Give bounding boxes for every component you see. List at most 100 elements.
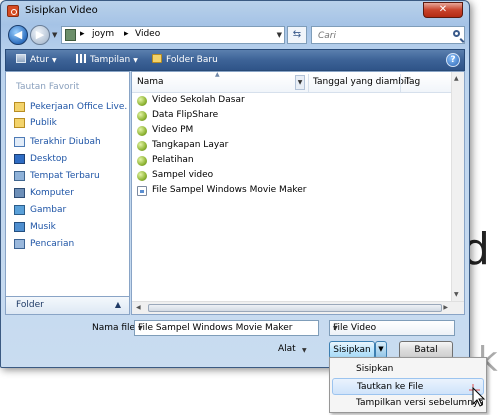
fav-item-label: Tempat Terbaru xyxy=(30,171,100,181)
search-input[interactable] xyxy=(316,28,446,44)
title-bar: Sisipkan Video ✕ xyxy=(1,1,469,21)
filename-field[interactable]: File Sampel Windows Movie Maker ▼ xyxy=(134,320,319,336)
fav-item-label: Terakhir Diubah xyxy=(30,137,101,147)
navigation-bar: ◀ ▶ ▼ ▸ joym ▸ Video ▼ ⇆ xyxy=(5,24,465,46)
folders-label: Folder xyxy=(16,300,44,310)
chevron-up-icon: ▲ xyxy=(114,300,121,309)
file-name: Data FlipShare xyxy=(152,110,219,120)
fav-item-computer[interactable]: Komputer xyxy=(14,186,128,202)
folder-icon xyxy=(14,102,25,112)
video-library-icon xyxy=(137,96,147,106)
address-dropdown-icon[interactable]: ▼ xyxy=(277,31,282,39)
library-icon xyxy=(65,29,76,41)
new-folder-button[interactable]: Folder Baru xyxy=(152,54,218,65)
forward-button[interactable]: ▶ xyxy=(30,25,50,45)
menu-item-insert[interactable]: Sisipkan xyxy=(332,361,484,378)
close-button[interactable]: ✕ xyxy=(423,2,463,18)
fav-item-office-live[interactable]: Pekerjaan Office Live... xyxy=(14,100,128,116)
menu-item-label: Tautkan ke File xyxy=(357,382,424,392)
fav-item-searches[interactable]: Pencarian xyxy=(14,237,128,253)
scrollbar-thumb[interactable] xyxy=(148,304,442,312)
movie-maker-file-icon xyxy=(137,186,147,196)
command-toolbar: Atur ▼ Tampilan ▼ Folder Baru ? xyxy=(5,49,465,71)
scroll-right-icon[interactable]: ▶ xyxy=(443,304,448,311)
chevron-down-icon[interactable]: ▼ xyxy=(138,325,314,332)
folder-icon xyxy=(14,118,25,128)
file-row-video-sekolah-dasar[interactable]: Video Sekolah Dasar xyxy=(137,94,447,109)
chevron-down-icon: ▼ xyxy=(51,57,57,64)
pictures-icon xyxy=(14,205,25,215)
history-dropdown-icon[interactable]: ▼ xyxy=(52,31,57,39)
address-bar[interactable]: ▸ joym ▸ Video ▼ xyxy=(61,26,285,44)
chevron-down-icon[interactable]: ▼ xyxy=(302,347,307,354)
recent-places-icon xyxy=(14,171,25,181)
help-icon[interactable]: ? xyxy=(446,53,460,67)
search-box[interactable] xyxy=(311,26,465,44)
refresh-button[interactable]: ⇆ xyxy=(287,26,307,44)
file-name: Tangkapan Layar xyxy=(152,140,229,150)
fav-item-label: Pekerjaan Office Live... xyxy=(30,102,128,112)
fav-item-pictures[interactable]: Gambar xyxy=(14,203,128,219)
forward-arrow-icon: ▶ xyxy=(35,28,45,41)
folders-toggle[interactable]: Folder ▲ xyxy=(5,296,130,315)
music-icon xyxy=(14,222,25,232)
search-icon[interactable] xyxy=(453,30,460,37)
file-name: File Sampel Windows Movie Maker xyxy=(152,185,307,195)
computer-icon xyxy=(14,188,25,198)
column-divider[interactable] xyxy=(400,74,401,92)
file-row-tangkapan-layar[interactable]: Tangkapan Layar xyxy=(137,139,447,154)
insert-video-dialog: Sisipkan Video ✕ ◀ ▶ ▼ ▸ joym ▸ Video ▼ … xyxy=(0,0,470,368)
organize-button[interactable]: Atur ▼ xyxy=(16,54,57,65)
fav-item-recently-changed[interactable]: Terakhir Diubah xyxy=(14,135,128,151)
fav-item-publik[interactable]: Publik xyxy=(14,116,128,132)
breadcrumb-video[interactable]: Video xyxy=(135,29,160,39)
file-name: Video Sekolah Dasar xyxy=(152,95,245,105)
fav-item-desktop[interactable]: Desktop xyxy=(14,152,128,168)
column-name[interactable]: Nama xyxy=(137,77,164,87)
video-library-icon xyxy=(137,171,147,181)
scroll-down-icon[interactable]: ▼ xyxy=(454,291,459,298)
column-tags[interactable]: Tag xyxy=(405,77,420,87)
breadcrumb-separator[interactable]: ▸ xyxy=(124,29,129,39)
fav-item-recent-places[interactable]: Tempat Terbaru xyxy=(14,169,128,185)
file-name: Pelatihan xyxy=(152,155,194,165)
new-folder-icon xyxy=(152,54,162,63)
favorite-links-header: Tautan Favorit xyxy=(16,82,80,92)
file-row-sampel-video[interactable]: Sampel video xyxy=(137,169,447,184)
column-header-row: ▲ Nama ▼ Tanggal yang diambil Tag xyxy=(132,72,452,93)
file-row-pelatihan[interactable]: Pelatihan xyxy=(137,154,447,169)
menu-item-show-previous-versions[interactable]: Tampilkan versi sebelumnya xyxy=(332,395,484,412)
file-name: Sampel video xyxy=(152,170,214,180)
file-row-movie-maker-sample[interactable]: File Sampel Windows Movie Maker xyxy=(137,184,447,199)
powerpoint-icon xyxy=(7,5,19,17)
tools-button[interactable]: Alat xyxy=(278,344,296,354)
fav-item-label: Publik xyxy=(30,118,57,128)
video-library-icon xyxy=(137,156,147,166)
fav-item-label: Musik xyxy=(30,222,56,232)
menu-item-link-to-file[interactable]: Tautkan ke File xyxy=(332,378,484,395)
fav-item-music[interactable]: Musik xyxy=(14,220,128,236)
fav-item-label: Desktop xyxy=(30,154,68,164)
vertical-scrollbar[interactable]: ▲ ▼ xyxy=(451,72,464,302)
video-library-icon xyxy=(137,126,147,136)
chevron-down-icon: ▼ xyxy=(133,57,138,64)
file-row-data-flipshare[interactable]: Data FlipShare xyxy=(137,109,447,124)
close-icon: ✕ xyxy=(438,4,448,15)
video-library-icon xyxy=(137,141,147,151)
breadcrumb-separator[interactable]: ▸ xyxy=(80,29,85,39)
horizontal-scrollbar[interactable]: ◀ ▶ xyxy=(132,301,464,314)
column-divider[interactable] xyxy=(308,74,309,92)
column-date-taken[interactable]: Tanggal yang diambil xyxy=(313,77,409,87)
organize-icon xyxy=(16,54,26,63)
file-row-video-pm[interactable]: Video PM xyxy=(137,124,447,139)
column-filter-dropdown[interactable]: ▼ xyxy=(295,75,305,90)
scroll-left-icon[interactable]: ◀ xyxy=(136,304,141,311)
filename-label: Nama file xyxy=(92,323,136,333)
breadcrumb-joym[interactable]: joym xyxy=(92,29,114,39)
chevron-down-icon: ▼ xyxy=(378,345,384,353)
filetype-select[interactable]: File Video ▼ xyxy=(329,320,455,336)
views-button[interactable]: Tampilan ▼ xyxy=(76,54,138,65)
menu-item-label: Tampilkan versi sebelumnya xyxy=(356,398,484,408)
scroll-up-icon[interactable]: ▲ xyxy=(454,75,459,82)
back-button[interactable]: ◀ xyxy=(8,25,28,45)
